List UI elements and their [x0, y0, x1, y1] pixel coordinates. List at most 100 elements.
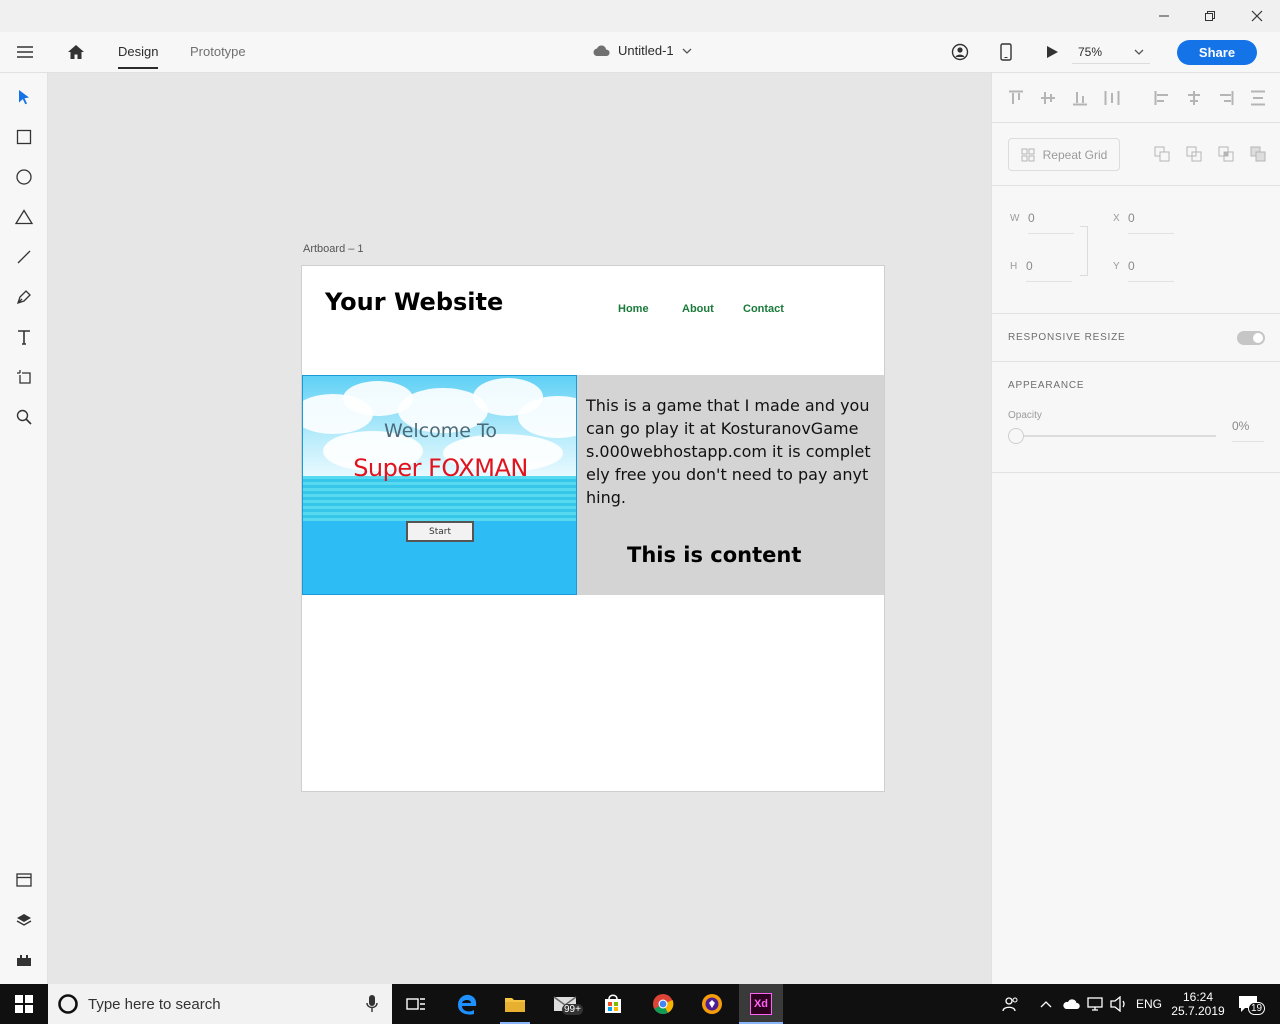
opacity-field[interactable]: 0%	[1232, 419, 1264, 442]
polygon-tool-icon[interactable]	[12, 205, 36, 229]
x-label: X	[1113, 213, 1120, 224]
store-icon[interactable]	[598, 990, 628, 1018]
boolean-intersect-icon[interactable]	[1217, 145, 1235, 163]
clock-time: 16:24	[1182, 990, 1214, 1004]
width-field[interactable]: 0	[1028, 211, 1074, 234]
share-button[interactable]: Share	[1177, 40, 1257, 65]
document-title-text: Untitled-1	[618, 43, 674, 58]
distribute-vertical-icon[interactable]	[1249, 89, 1267, 107]
assets-panel-icon[interactable]	[12, 868, 36, 892]
responsive-resize-toggle[interactable]	[1237, 331, 1265, 345]
volume-icon[interactable]	[1110, 984, 1128, 1024]
align-top-icon[interactable]	[1007, 89, 1025, 107]
repeat-grid-row: Repeat Grid	[992, 123, 1280, 186]
mail-badge: 99+	[562, 1004, 583, 1015]
layers-panel-icon[interactable]	[12, 908, 36, 932]
tools-toolbar	[0, 73, 48, 984]
zoom-value: 75%	[1078, 44, 1103, 59]
ellipse-tool-icon[interactable]	[12, 165, 36, 189]
game-welcome-text: Welcome To	[384, 420, 497, 442]
plugins-panel-icon[interactable]	[12, 948, 36, 972]
boolean-add-icon[interactable]	[1153, 145, 1171, 163]
nav-home[interactable]: Home	[618, 303, 649, 315]
action-center-icon[interactable]: 19	[1238, 984, 1266, 1024]
opacity-slider-track[interactable]	[1016, 435, 1216, 437]
home-icon[interactable]	[64, 40, 88, 64]
chrome-icon[interactable]	[648, 990, 678, 1018]
restore-icon[interactable]	[1187, 0, 1233, 32]
language-indicator[interactable]: ENG	[1136, 984, 1162, 1024]
line-tool-icon[interactable]	[12, 245, 36, 269]
taskbar-search[interactable]: Type here to search	[48, 984, 392, 1024]
task-view-icon[interactable]	[401, 990, 431, 1018]
opacity-slider-handle[interactable]	[1008, 428, 1024, 444]
y-field[interactable]: 0	[1128, 259, 1174, 282]
tab-design[interactable]: Design	[118, 44, 159, 69]
artboard-label[interactable]: Artboard – 1	[303, 243, 364, 255]
opacity-label: Opacity	[1008, 410, 1042, 421]
windows-start-icon[interactable]	[9, 990, 39, 1018]
mobile-preview-icon[interactable]	[994, 40, 1018, 64]
show-hidden-icons-icon[interactable]	[1040, 984, 1052, 1024]
people-icon[interactable]	[1002, 984, 1020, 1024]
select-tool-icon[interactable]	[12, 85, 36, 109]
chevron-down-icon	[682, 48, 692, 54]
y-label: Y	[1113, 261, 1120, 272]
chevron-down-icon	[1134, 49, 1144, 55]
nav-about[interactable]: About	[682, 303, 714, 315]
appearance-row: APPEARANCE Opacity 0%	[992, 362, 1280, 473]
align-middle-icon[interactable]	[1039, 89, 1057, 107]
lock-aspect-icon[interactable]	[1080, 226, 1088, 276]
appearance-label: APPEARANCE	[1008, 380, 1085, 391]
align-right-icon[interactable]	[1217, 89, 1235, 107]
align-center-icon[interactable]	[1185, 89, 1203, 107]
close-icon[interactable]	[1234, 0, 1280, 32]
mail-icon[interactable]: 99+	[550, 990, 583, 1018]
tab-prototype[interactable]: Prototype	[190, 44, 246, 59]
boolean-exclude-icon[interactable]	[1249, 145, 1267, 163]
file-explorer-icon[interactable]	[500, 990, 530, 1024]
user-icon[interactable]	[948, 40, 972, 64]
content-label[interactable]: This is content	[627, 543, 801, 567]
document-title[interactable]: Untitled-1	[592, 43, 692, 58]
align-left-icon[interactable]	[1153, 89, 1171, 107]
site-title[interactable]: Your Website	[325, 288, 503, 316]
cortana-icon	[58, 994, 78, 1014]
adobe-xd-icon[interactable]: Xd	[739, 984, 783, 1024]
game-start-button: Start	[406, 521, 474, 542]
hero-section[interactable]: Welcome To Super FOXMAN Start This is a …	[302, 375, 884, 595]
window-titlebar	[0, 0, 1280, 32]
align-bottom-icon[interactable]	[1071, 89, 1089, 107]
game-title-text: Super FOXMAN	[353, 454, 528, 482]
onedrive-icon[interactable]	[1062, 984, 1080, 1024]
play-icon[interactable]	[1040, 40, 1064, 64]
text-tool-icon[interactable]	[12, 325, 36, 349]
game-screenshot[interactable]: Welcome To Super FOXMAN Start	[302, 375, 577, 595]
zoom-select[interactable]: 75%	[1072, 40, 1150, 64]
h-label: H	[1010, 261, 1018, 272]
grid-icon	[1021, 148, 1035, 161]
artboard-tool-icon[interactable]	[12, 365, 36, 389]
hamburger-menu-icon[interactable]	[13, 40, 37, 64]
network-icon[interactable]	[1087, 984, 1105, 1024]
brave-browser-icon[interactable]	[697, 990, 727, 1018]
microphone-icon[interactable]	[366, 995, 378, 1013]
nav-contact[interactable]: Contact	[743, 303, 784, 315]
clock[interactable]: 16:24 25.7.2019	[1170, 984, 1226, 1024]
responsive-resize-label: RESPONSIVE RESIZE	[1008, 332, 1126, 343]
repeat-grid-button[interactable]: Repeat Grid	[1008, 138, 1120, 171]
windows-taskbar: Type here to search 99+ Xd ENG 16:24 25.…	[0, 984, 1280, 1024]
design-canvas[interactable]: Artboard – 1 Your Website Home About Con…	[48, 73, 991, 984]
x-field[interactable]: 0	[1128, 211, 1174, 234]
artboard[interactable]: Your Website Home About Contact Welcome …	[301, 265, 885, 792]
zoom-tool-icon[interactable]	[12, 405, 36, 429]
minimize-icon[interactable]	[1141, 0, 1187, 32]
boolean-subtract-icon[interactable]	[1185, 145, 1203, 163]
pen-tool-icon[interactable]	[12, 285, 36, 309]
edge-browser-icon[interactable]	[452, 990, 482, 1018]
height-field[interactable]: 0	[1026, 259, 1072, 282]
rectangle-tool-icon[interactable]	[12, 125, 36, 149]
hero-description[interactable]: This is a game that I made and you can g…	[586, 394, 871, 509]
distribute-horizontal-icon[interactable]	[1103, 89, 1121, 107]
clock-date: 25.7.2019	[1171, 1004, 1225, 1018]
